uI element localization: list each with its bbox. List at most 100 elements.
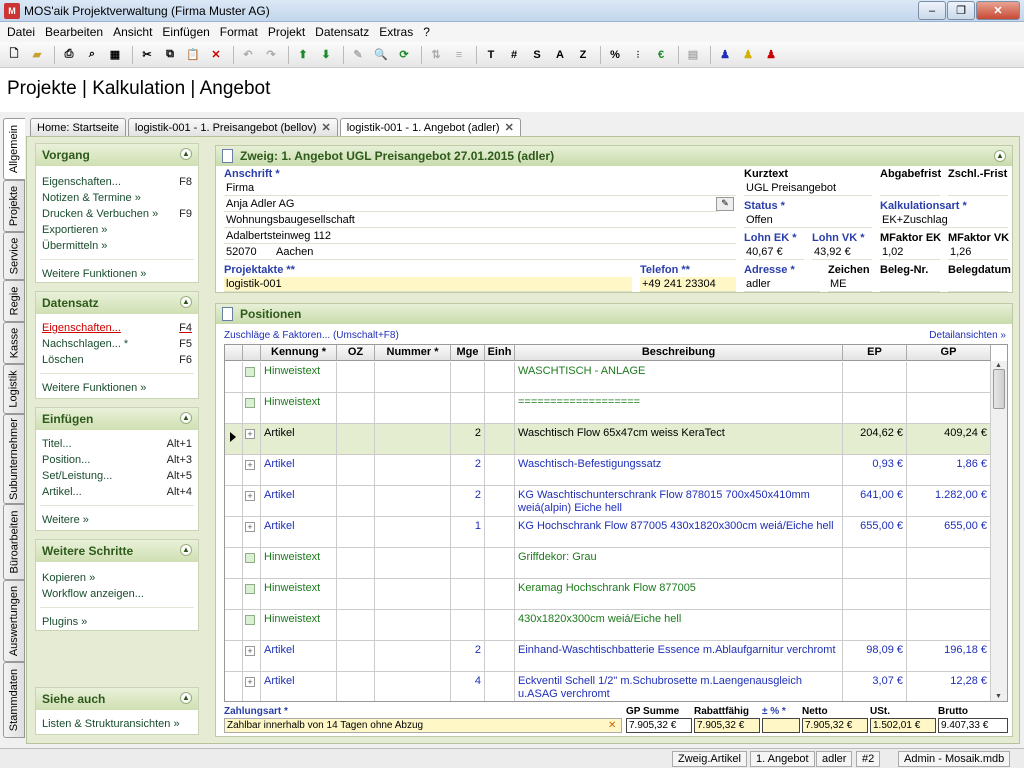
close-button[interactable]: ✕ — [976, 1, 1020, 20]
collapse-icon[interactable]: ▲ — [994, 150, 1006, 162]
cell-ep[interactable] — [843, 548, 907, 579]
cell-ep[interactable]: 655,00 € — [843, 517, 907, 548]
column-header-mge[interactable]: Mge — [451, 345, 485, 361]
cell-desc[interactable]: Einhand-Waschtischbatterie Essence m.Abl… — [515, 641, 843, 672]
cell-einh[interactable] — [485, 362, 515, 393]
cell-mge[interactable]: 2 — [451, 424, 485, 455]
refresh-icon[interactable]: ⟳ — [394, 45, 414, 65]
cell-gp[interactable]: 1.282,00 € — [907, 486, 991, 517]
cell-desc[interactable]: KG Waschtischunterschrank Flow 878015 70… — [515, 486, 843, 517]
cell-einh[interactable] — [485, 455, 515, 486]
cell-kennung[interactable]: Hinweistext — [261, 579, 337, 610]
percent-button[interactable]: % — [605, 45, 625, 65]
cell-oz[interactable] — [337, 672, 375, 701]
vtab-kasse[interactable]: Kasse — [3, 322, 25, 364]
print-icon[interactable]: ⎙ — [59, 45, 79, 65]
cell-kennung[interactable]: Hinweistext — [261, 362, 337, 393]
vorgang-weitere-funktionen[interactable]: Weitere Funktionen » — [36, 266, 198, 282]
cell-desc[interactable]: Waschtisch-Befestigungssatz — [515, 455, 843, 486]
cell-ep[interactable]: 3,07 € — [843, 672, 907, 701]
cell-gp[interactable] — [907, 393, 991, 424]
a-format-button[interactable]: A — [550, 45, 570, 65]
move-up-icon[interactable]: ⬆ — [293, 45, 313, 65]
column-header-einh[interactable]: Einh — [485, 345, 515, 361]
lohn-ek-field[interactable]: 40,67 € — [744, 245, 804, 260]
expand-icon[interactable]: + — [245, 491, 255, 501]
cell-gp[interactable]: 12,28 € — [907, 672, 991, 701]
cell-oz[interactable] — [337, 455, 375, 486]
vorgang-header[interactable]: Vorgang ▲ — [36, 144, 198, 166]
cell-einh[interactable] — [485, 548, 515, 579]
user-blue-icon[interactable]: ♟ — [715, 45, 735, 65]
cell-desc[interactable]: =================== — [515, 393, 843, 424]
vtab-bueroarbeiten[interactable]: Büroarbeiten — [3, 504, 25, 580]
ust-field[interactable]: 1.502,01 € — [870, 718, 936, 733]
cell-nummer[interactable] — [375, 362, 451, 393]
cell-nummer[interactable] — [375, 424, 451, 455]
hint-checkbox-icon[interactable] — [245, 615, 255, 625]
cell-gp[interactable] — [907, 610, 991, 641]
hint-checkbox-icon[interactable] — [245, 398, 255, 408]
vtab-service[interactable]: Service — [3, 232, 25, 280]
table-row[interactable]: + Artikel 2 Waschtisch Flow 65x47cm weiss K… — [225, 424, 991, 455]
ort-field[interactable]: Aachen — [274, 245, 736, 260]
cell-gp[interactable]: 655,00 € — [907, 517, 991, 548]
expand-icon[interactable]: + — [245, 677, 255, 687]
cell-einh[interactable] — [485, 672, 515, 701]
cell-kennung[interactable]: Artikel — [261, 486, 337, 517]
vtab-allgemein[interactable]: Allgemein — [3, 118, 25, 180]
vertical-scrollbar[interactable]: ▲ ▼ — [990, 361, 1007, 701]
expand-icon[interactable]: + — [245, 429, 255, 439]
cell-nummer[interactable] — [375, 641, 451, 672]
column-header-gp[interactable]: GP — [907, 345, 991, 361]
anschrift-line-4[interactable]: Adalbertsteinweg 112 — [224, 229, 736, 244]
abgabefrist-field[interactable] — [880, 181, 940, 196]
einfuegen-artikel[interactable]: Artikel... Alt+4 — [36, 484, 198, 500]
adresse-field[interactable]: adler — [744, 277, 820, 292]
datensatz-eigenschaften[interactable]: Eigenschaften... F4 — [36, 320, 198, 336]
datensatz-weitere-funktionen[interactable]: Weitere Funktionen » — [36, 380, 198, 396]
cell-einh[interactable] — [485, 486, 515, 517]
siehe-auch-header[interactable]: Siehe auch ▲ — [36, 688, 198, 710]
cell-mge[interactable] — [451, 362, 485, 393]
belegdatum-field[interactable] — [948, 277, 1008, 292]
currency-icon[interactable]: € — [651, 45, 671, 65]
menu-datensatz[interactable]: Datensatz — [310, 25, 374, 39]
cell-oz[interactable] — [337, 641, 375, 672]
vtab-stammdaten[interactable]: Stammdaten — [3, 662, 25, 738]
cell-gp[interactable] — [907, 548, 991, 579]
schritte-plugins[interactable]: Plugins » — [36, 614, 198, 630]
einfuegen-position[interactable]: Position... Alt+3 — [36, 452, 198, 468]
cell-ep[interactable]: 204,62 € — [843, 424, 907, 455]
datensatz-header[interactable]: Datensatz ▲ — [36, 292, 198, 314]
cell-ep[interactable]: 98,09 € — [843, 641, 907, 672]
cell-gp[interactable]: 1,86 € — [907, 455, 991, 486]
cell-kennung[interactable]: Hinweistext — [261, 610, 337, 641]
cell-einh[interactable] — [485, 579, 515, 610]
vtab-regie[interactable]: Regie — [3, 280, 25, 322]
cell-desc[interactable]: Eckventil Schell 1/2" m.Schubrosette m.L… — [515, 672, 843, 701]
cell-desc[interactable]: Keramag Hochschrank Flow 877005 — [515, 579, 843, 610]
vorgang-notizen[interactable]: Notizen & Termine » — [36, 190, 198, 206]
close-tab-icon[interactable]: ✕ — [322, 121, 331, 134]
copy-icon[interactable]: ⧉ — [160, 45, 180, 65]
collapse-icon[interactable]: ▲ — [180, 148, 192, 160]
cell-kennung[interactable]: Artikel — [261, 455, 337, 486]
zuschlaege-link[interactable]: Zuschläge & Faktoren... (Umschalt+F8) — [224, 330, 399, 341]
cell-ep[interactable]: 641,00 € — [843, 486, 907, 517]
lohn-vk-field[interactable]: 43,92 € — [812, 245, 872, 260]
menu-einfuegen[interactable]: Einfügen — [157, 25, 214, 39]
cell-gp[interactable] — [907, 579, 991, 610]
hint-checkbox-icon[interactable] — [245, 584, 255, 594]
menu-datei[interactable]: Datei — [2, 25, 40, 39]
user-yellow-icon[interactable]: ♟ — [738, 45, 758, 65]
cell-ep[interactable] — [843, 362, 907, 393]
cell-einh[interactable] — [485, 424, 515, 455]
menu-ansicht[interactable]: Ansicht — [108, 25, 157, 39]
table-row[interactable]: Hinweistext =================== — [225, 393, 991, 424]
table-row[interactable]: Hinweistext WASCHTISCH - ANLAGE — [225, 362, 991, 393]
zschl-frist-field[interactable] — [948, 181, 1008, 196]
cell-oz[interactable] — [337, 393, 375, 424]
telefon-field[interactable]: +49 241 23304 — [640, 277, 736, 292]
column-header-ep[interactable]: EP — [843, 345, 907, 361]
